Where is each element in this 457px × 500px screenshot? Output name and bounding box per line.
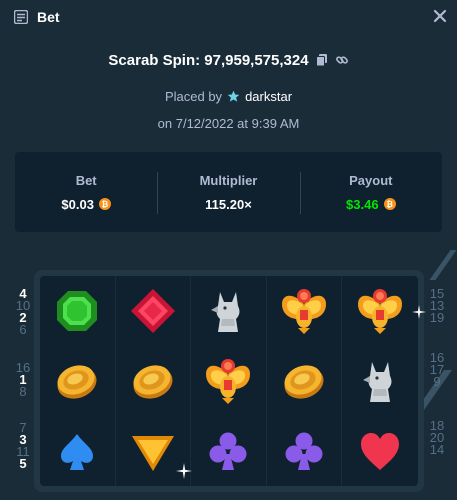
golden-scarab-icon — [203, 356, 253, 406]
golden-scarab-icon — [355, 286, 405, 336]
triangle-gem-icon — [128, 426, 178, 476]
reel-cell — [342, 346, 418, 416]
paylines-right-top: 15 13 19 — [427, 287, 447, 325]
bet-id-row: Scarab Spin: 97,959,575,324 — [0, 49, 457, 71]
payline-number: 5 — [19, 456, 27, 471]
payline-number: 9 — [433, 374, 441, 389]
slot-reels-grid — [40, 276, 418, 486]
gold-coin-icon — [52, 356, 102, 406]
bet-amount: $0.03 ₿ — [61, 197, 111, 212]
bet-label: Bet — [75, 172, 97, 188]
reel-cell — [40, 416, 116, 486]
reel-cell — [40, 276, 116, 346]
modal-title: Bet — [37, 9, 60, 25]
bet-date: on 7/12/2022 at 9:39 AM — [157, 116, 300, 131]
bet-stats-panel: Bet $0.03 ₿ Multiplier 115.20× Payout $3… — [15, 152, 442, 232]
close-icon[interactable] — [432, 8, 448, 24]
bet-stat: Bet $0.03 ₿ — [15, 152, 157, 232]
vip-star-icon — [227, 90, 240, 102]
reel-cell — [267, 416, 343, 486]
reel-cell — [116, 346, 192, 416]
reel-cell — [191, 276, 267, 346]
reel-cell — [342, 276, 418, 346]
payout-value: $3.46 — [346, 196, 379, 212]
payline-number: 6 — [19, 322, 27, 337]
payline-number: 19 — [429, 310, 445, 325]
reel-cell — [191, 416, 267, 486]
multiplier-stat: Multiplier 115.20× — [157, 152, 299, 232]
club-icon — [279, 426, 329, 476]
paylines-left-bottom: 7 3 11 5 — [13, 421, 33, 471]
multiplier-label: Multiplier — [199, 172, 258, 188]
reel-cell — [267, 346, 343, 416]
gold-coin-icon — [128, 356, 178, 406]
paylines-right-mid: 16 17 9 — [427, 351, 447, 389]
bitcoin-icon: ₿ — [383, 198, 396, 210]
payline-number: 14 — [429, 442, 445, 457]
placed-by-row: Placed by darkstar — [0, 87, 457, 105]
golden-scarab-icon — [279, 286, 329, 336]
reel-cell — [267, 276, 343, 346]
paylines-left-mid: 16 1 8 — [13, 361, 33, 399]
payout-amount: $3.46 ₿ — [346, 197, 396, 212]
sparkle-icon — [412, 305, 426, 319]
reel-cell — [191, 346, 267, 416]
anubis-icon — [355, 356, 405, 406]
gold-coin-icon — [279, 356, 329, 406]
bitcoin-icon: ₿ — [98, 198, 111, 210]
payout-label: Payout — [349, 172, 393, 188]
username-link[interactable]: darkstar — [245, 89, 292, 104]
paylines-left-top: 4 10 2 6 — [13, 287, 33, 337]
multiplier-value: 115.20× — [205, 196, 252, 212]
decor-stripe — [429, 250, 457, 280]
emerald-icon — [52, 286, 102, 336]
payline-number: 8 — [19, 384, 27, 399]
heart-icon — [355, 426, 405, 476]
link-icon[interactable] — [335, 53, 349, 67]
payout-stat: Payout $3.46 ₿ — [299, 152, 442, 232]
bet-slip-icon — [14, 10, 28, 24]
reel-cell — [342, 416, 418, 486]
copy-icon[interactable] — [315, 53, 329, 67]
paylines-right-bottom: 18 20 14 — [427, 419, 447, 457]
reel-cell — [40, 346, 116, 416]
spade-icon — [52, 426, 102, 476]
sparkle-icon — [176, 463, 192, 479]
slot-reels-frame — [34, 270, 424, 492]
modal-header: Bet — [0, 0, 457, 34]
club-icon — [203, 426, 253, 476]
ruby-icon — [128, 286, 178, 336]
bet-value: $0.03 — [61, 196, 94, 212]
placed-by-label: Placed by — [164, 88, 223, 104]
anubis-icon — [203, 286, 253, 336]
reel-cell — [116, 276, 192, 346]
game-bet-id: Scarab Spin: 97,959,575,324 — [108, 51, 309, 69]
